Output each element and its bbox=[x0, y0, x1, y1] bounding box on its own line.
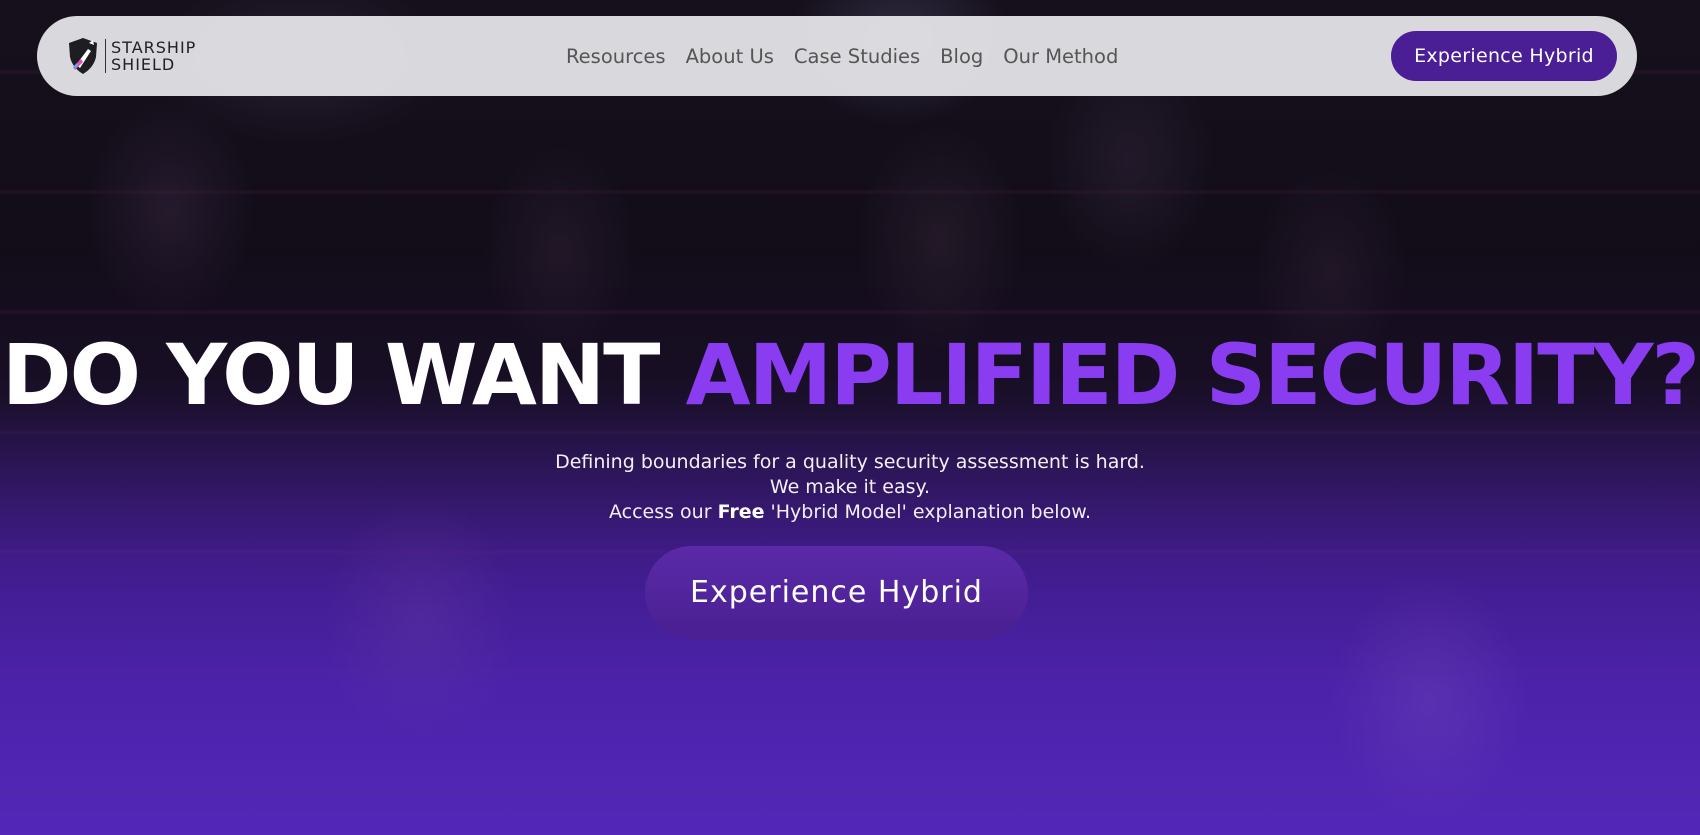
logo[interactable]: STARSHIP SHIELD bbox=[67, 36, 196, 76]
subtext-line3-after: 'Hybrid Model' explanation below. bbox=[764, 501, 1092, 523]
nav-link-our-method[interactable]: Our Method bbox=[1003, 45, 1118, 68]
hero-headline: DO YOU WANT AMPLIFIED SECURITY? bbox=[0, 325, 1700, 425]
subtext-free: Free bbox=[717, 501, 765, 523]
nav-link-blog[interactable]: Blog bbox=[940, 45, 983, 68]
subtext-line3-before: Access our bbox=[608, 501, 718, 523]
nav-link-about-us[interactable]: About Us bbox=[686, 45, 774, 68]
logo-divider bbox=[105, 39, 106, 73]
nav-link-resources[interactable]: Resources bbox=[566, 45, 666, 68]
headline-part1: DO YOU WANT bbox=[1, 326, 661, 424]
logo-line2: SHIELD bbox=[111, 55, 176, 74]
logo-text: STARSHIP SHIELD bbox=[111, 39, 196, 73]
subtext-line1: Defining boundaries for a quality securi… bbox=[555, 451, 1145, 473]
hero-subtext: Defining boundaries for a quality securi… bbox=[0, 450, 1700, 525]
logo-line1: STARSHIP bbox=[111, 38, 197, 57]
nav-experience-hybrid-button[interactable]: Experience Hybrid bbox=[1391, 31, 1617, 81]
nav-link-case-studies[interactable]: Case Studies bbox=[794, 45, 920, 68]
shield-icon bbox=[67, 37, 99, 75]
navbar: STARSHIP SHIELD Resources About Us Case … bbox=[37, 16, 1637, 96]
nav-links: Resources About Us Case Studies Blog Our… bbox=[566, 16, 1118, 96]
subtext-line3: Access our Free 'Hybrid Model' explanati… bbox=[0, 500, 1700, 525]
hero-experience-hybrid-button[interactable]: Experience Hybrid bbox=[645, 546, 1028, 639]
subtext-line2: We make it easy. bbox=[769, 476, 931, 498]
headline-part2: AMPLIFIED SECURITY? bbox=[685, 326, 1700, 424]
